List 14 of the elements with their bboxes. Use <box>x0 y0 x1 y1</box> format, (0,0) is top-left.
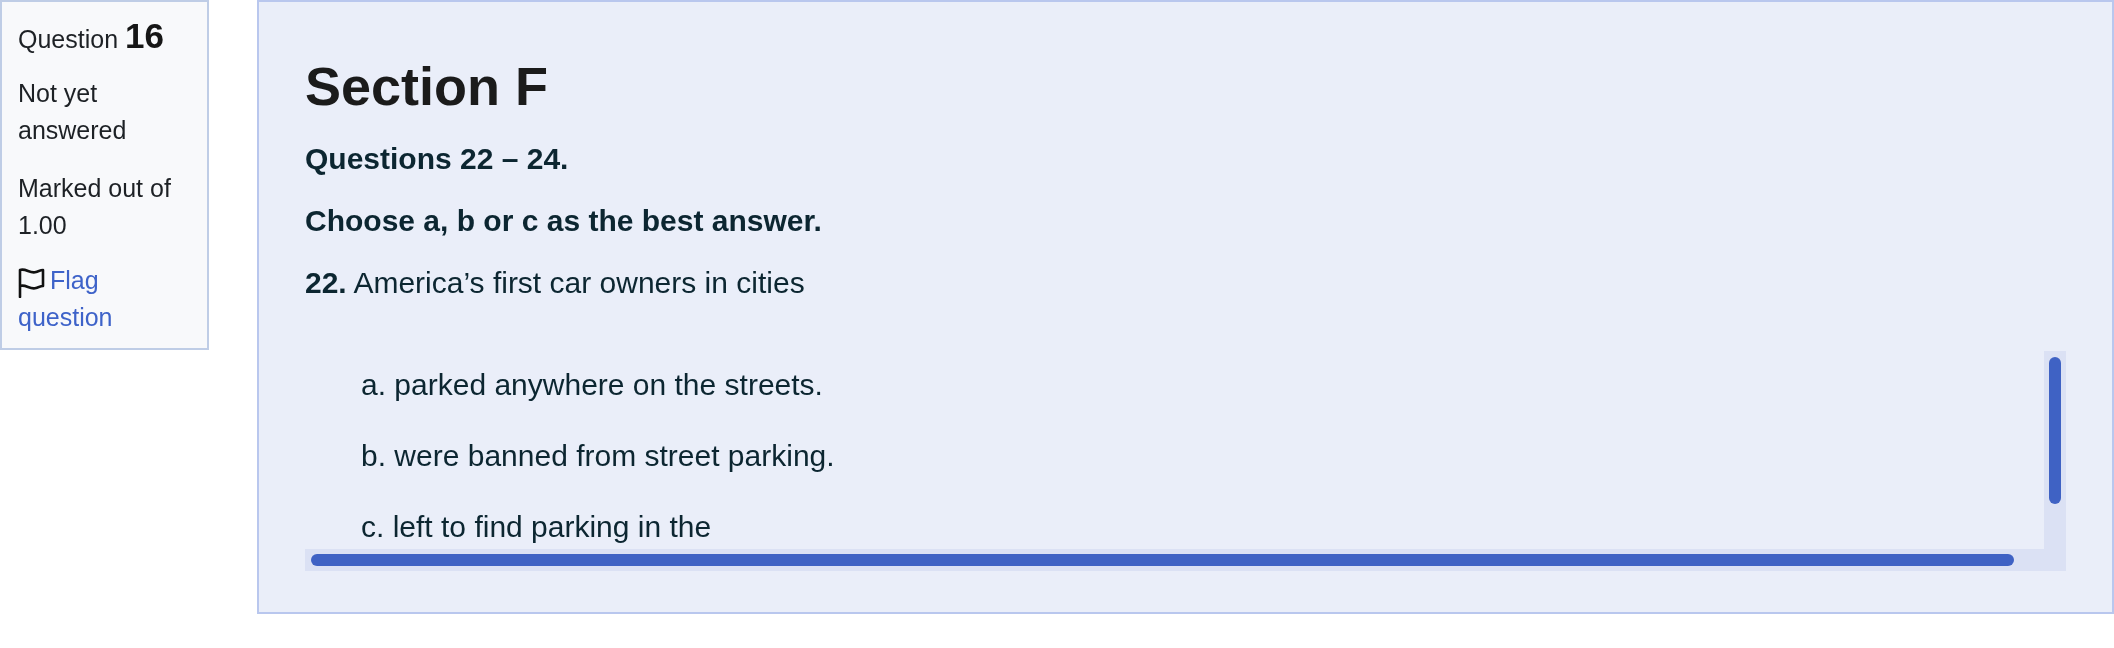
flag-question-link[interactable]: Flag question <box>18 262 191 336</box>
instruction-text: Choose a, b or c as the best answer. <box>305 203 823 239</box>
horizontal-scrollbar-thumb[interactable] <box>311 554 2014 566</box>
question-marks-text: Marked out of 1.00 <box>18 173 172 241</box>
vertical-scrollbar-thumb[interactable] <box>2049 357 2061 504</box>
section-title: Section F <box>305 55 550 118</box>
answer-option: a. parked anywhere on the streets. <box>361 365 823 405</box>
question-text: 22. America’s first car owners in cities <box>305 265 806 301</box>
instruction-text: Questions 22 – 24. <box>305 141 570 177</box>
answer-option: c. left to find parking in the <box>361 507 712 547</box>
flag-icon <box>18 268 45 298</box>
question-number-heading: Question 16 <box>18 15 165 57</box>
answer-option: b. were banned from street parking. <box>361 436 835 476</box>
question-status-text: Not yet answered <box>18 78 128 146</box>
